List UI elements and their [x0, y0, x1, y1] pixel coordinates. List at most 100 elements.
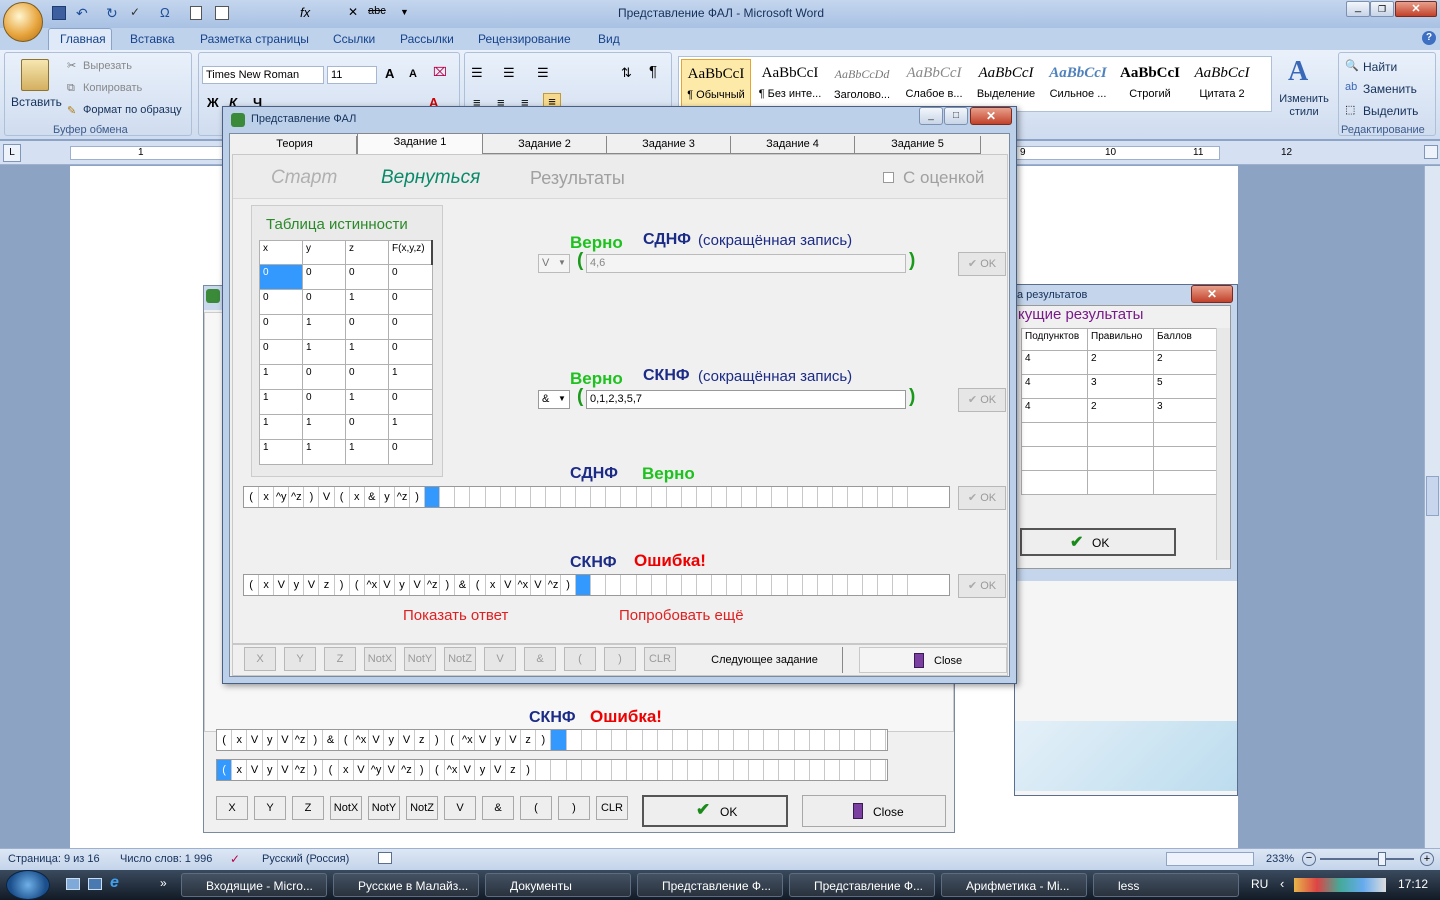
taskbar-item[interactable]: Документы	[485, 873, 631, 897]
bg-expression-row-1[interactable]: (x Vy V ^z) &(^x Vy Vz)(^x Vy Vz)	[216, 729, 888, 751]
language-indicator[interactable]: RU	[1251, 877, 1268, 891]
tab-task-3[interactable]: Задание 3	[607, 136, 731, 154]
paste-icon[interactable]	[21, 59, 49, 91]
expression-empty-cell[interactable]	[658, 760, 673, 780]
start-link[interactable]: Старт	[271, 167, 337, 189]
expression-empty-cell[interactable]	[712, 487, 728, 507]
expression-empty-cell[interactable]	[734, 730, 749, 750]
taskbar-item[interactable]: Русские в Малайз...	[333, 873, 479, 897]
expression-empty-cell[interactable]	[637, 575, 652, 595]
results-ok-button[interactable]: ✔ OK	[1020, 528, 1176, 556]
style-subtle[interactable]: AaBbCcI Слабое в...	[899, 59, 969, 109]
sdnf-short-input[interactable]: 4,6	[586, 254, 906, 273]
expression-empty-cell[interactable]	[719, 730, 734, 750]
expression-empty-cell[interactable]	[893, 487, 909, 507]
expression-empty-cell[interactable]	[855, 760, 871, 780]
undo-icon[interactable]: ↶	[76, 5, 88, 22]
expression-token[interactable]: V	[247, 760, 263, 780]
grade-checkbox[interactable]	[883, 172, 894, 183]
expression-empty-cell[interactable]	[848, 575, 864, 595]
cut-button[interactable]: Вырезать	[83, 60, 132, 72]
expression-token[interactable]: V	[399, 730, 415, 750]
expression-cursor-cell[interactable]	[551, 730, 567, 750]
expression-empty-cell[interactable]	[471, 487, 486, 507]
status-zoom[interactable]: 233%	[1266, 853, 1294, 865]
bg-button-and[interactable]: &	[482, 796, 514, 820]
expression-token[interactable]: V	[475, 730, 491, 750]
expression-empty-cell[interactable]	[703, 730, 719, 750]
fal-minimize-button[interactable]: _	[919, 107, 943, 125]
sknf-operator-select[interactable]: & ▼	[538, 390, 570, 409]
expression-token[interactable]: (	[244, 575, 260, 595]
clear-format-icon[interactable]: ⌧	[433, 65, 447, 79]
tab-task-5[interactable]: Задание 5	[855, 136, 981, 154]
button-y[interactable]: Y	[284, 647, 316, 671]
expression-token[interactable]: y	[395, 575, 411, 595]
expression-empty-cell[interactable]	[734, 760, 749, 780]
expression-token[interactable]: )	[335, 575, 350, 595]
expression-empty-cell[interactable]	[749, 760, 765, 780]
taskbar-item[interactable]: Арифметика - Mi...	[941, 873, 1087, 897]
expression-token[interactable]: ^z	[425, 575, 441, 595]
expression-empty-cell[interactable]	[567, 730, 582, 750]
expression-token[interactable]: ^x	[365, 575, 380, 595]
expression-token[interactable]: V	[320, 487, 335, 507]
expression-token[interactable]: x	[259, 487, 275, 507]
expression-token[interactable]: (	[471, 575, 486, 595]
expression-token[interactable]: ^z	[293, 730, 309, 750]
next-task-button[interactable]: Следующее задание	[687, 647, 843, 673]
show-desktop-icon[interactable]	[66, 878, 80, 890]
expression-token[interactable]: ^z	[395, 487, 411, 507]
button-notx[interactable]: NotX	[364, 647, 396, 671]
expression-empty-cell[interactable]	[673, 760, 689, 780]
expression-cursor-cell[interactable]	[425, 487, 441, 507]
ruler-toggle-icon[interactable]	[1424, 145, 1438, 159]
expression-token[interactable]: z	[506, 760, 521, 780]
expression-token[interactable]: ^z	[546, 575, 562, 595]
expression-token[interactable]: x	[232, 760, 248, 780]
expression-empty-cell[interactable]	[440, 487, 456, 507]
expression-empty-cell[interactable]	[486, 487, 501, 507]
expression-token[interactable]: &	[455, 575, 471, 595]
expression-empty-cell[interactable]	[840, 730, 856, 750]
expression-empty-cell[interactable]	[682, 575, 697, 595]
numbering-icon[interactable]: ☰	[503, 65, 515, 81]
button-noty[interactable]: NotY	[404, 647, 436, 671]
status-words[interactable]: Число слов: 1 996	[120, 853, 212, 865]
expression-empty-cell[interactable]	[561, 487, 577, 507]
expression-empty-cell[interactable]	[848, 487, 864, 507]
expression-token[interactable]: (	[350, 575, 365, 595]
spelling-icon[interactable]: ✓	[130, 5, 140, 19]
expression-empty-cell[interactable]	[682, 487, 697, 507]
expression-token[interactable]: (	[323, 760, 339, 780]
taskbar-item[interactable]: Входящие - Micro...	[181, 873, 327, 897]
sdnf-operator-select[interactable]: V ▼	[538, 254, 570, 273]
button-x[interactable]: X	[244, 647, 276, 671]
style-strong[interactable]: AaBbCcI Строгий	[1115, 59, 1185, 109]
expression-empty-cell[interactable]	[788, 575, 803, 595]
tab-view[interactable]: Вид	[598, 29, 620, 49]
expression-token[interactable]: ^y	[369, 760, 385, 780]
expression-empty-cell[interactable]	[803, 487, 818, 507]
tray-icons[interactable]	[1294, 878, 1386, 892]
strike-icon[interactable]: abc	[368, 5, 386, 17]
expression-token[interactable]: V	[460, 760, 476, 780]
try-again-link[interactable]: Попробовать ещё	[619, 607, 744, 624]
bg-expression-row-2[interactable]: (x Vy V ^z)(x V ^y V ^z)(^x Vy Vz)	[216, 759, 888, 781]
expression-token[interactable]: y	[384, 730, 400, 750]
button-open-paren[interactable]: (	[564, 647, 596, 671]
maximize-button[interactable]: ❐	[1370, 1, 1394, 17]
expression-empty-cell[interactable]	[652, 575, 667, 595]
expression-empty-cell[interactable]	[818, 487, 833, 507]
expression-empty-cell[interactable]	[606, 575, 622, 595]
expression-empty-cell[interactable]	[833, 487, 848, 507]
expression-empty-cell[interactable]	[697, 487, 713, 507]
sdnf-full-ok-button[interactable]: ✔ OK	[958, 486, 1006, 510]
expression-token[interactable]: V	[247, 730, 263, 750]
sort-icon[interactable]: ⇅	[621, 65, 632, 81]
copy-button[interactable]: Копировать	[83, 82, 142, 94]
expression-empty-cell[interactable]	[788, 487, 803, 507]
expression-token[interactable]: V	[410, 575, 426, 595]
expression-empty-cell[interactable]	[779, 730, 795, 750]
help-icon[interactable]: ?	[1422, 31, 1436, 45]
